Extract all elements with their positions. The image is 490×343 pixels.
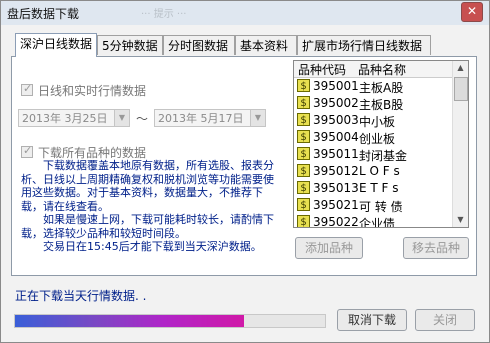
progress-fill (15, 315, 245, 327)
list-item[interactable]: $395022 企业债 (294, 214, 454, 228)
instrument-name: 中小板 (359, 115, 396, 129)
title-bar[interactable]: 盘后数据下载 ··· 提示 ··· ✕ (1, 1, 489, 25)
dollar-icon: $ (297, 147, 310, 160)
scroll-down-arrow-icon[interactable]: ▼ (454, 213, 467, 227)
instrument-name: 可 转 债 (359, 200, 403, 214)
list-item[interactable]: $395001 主板A股 (294, 78, 454, 95)
window-title: 盘后数据下载 (7, 7, 80, 21)
scroll-up-arrow-icon[interactable]: ▲ (454, 61, 467, 75)
dollar-icon: $ (297, 113, 310, 126)
download-dialog: 盘后数据下载 ··· 提示 ··· ✕ 深沪日线数据 5分钟数据 分时图数据 基… (0, 0, 490, 343)
start-date-picker[interactable]: 2013年 3月25日 ▼ (18, 109, 130, 127)
dollar-icon: $ (297, 79, 310, 92)
list-item[interactable]: $395011 封闭基金 (294, 146, 454, 163)
daily-realtime-label: 日线和实时行情数据 (38, 84, 147, 98)
list-header: 品种代码 品种名称 (294, 61, 454, 78)
instrument-code: 395002 (313, 96, 359, 110)
instrument-name: L O F s (359, 164, 400, 178)
list-scrollbar[interactable]: ▲ ▼ (452, 61, 468, 227)
instrument-code: 395013 (313, 181, 359, 195)
instrument-name: 主板B股 (359, 98, 404, 112)
description-paragraph: 如果是慢速上网，下载可能耗时较长，请酌情下载，选择较少品种和较短时间段。 (21, 213, 274, 240)
column-header-code[interactable]: 品种代码 (298, 61, 346, 78)
download-all-checkbox[interactable] (21, 144, 33, 158)
end-date-value: 2013年 5月17日 (158, 112, 244, 125)
description-paragraph: 下载数据覆盖本地原有数据，所有选股、报表分析、日线以上周期精确复权和脱机浏览等功… (21, 159, 274, 213)
tab-5min-data[interactable]: 5分钟数据 (97, 35, 163, 55)
list-item[interactable]: $395012 L O F s (294, 163, 454, 180)
scroll-thumb[interactable] (454, 77, 468, 101)
chevron-down-icon[interactable]: ▼ (114, 110, 129, 126)
remove-instrument-button[interactable]: 移去品种 (403, 237, 469, 259)
dollar-icon: $ (297, 198, 310, 211)
description-paragraph: 交易日在15:45后才能下载到当天深沪数据。 (43, 240, 262, 253)
tab-basic-info[interactable]: 基本资料 (235, 35, 297, 55)
status-text: 正在下载当天行情数据. . (15, 289, 147, 303)
daily-realtime-checkbox[interactable] (21, 82, 33, 96)
instrument-code: 395011 (313, 147, 359, 161)
close-window-button[interactable]: ✕ (461, 2, 483, 22)
instrument-name: 企业债 (359, 217, 396, 228)
instrument-code: 395012 (313, 164, 359, 178)
tab-daily-data[interactable]: 深沪日线数据 (15, 33, 97, 57)
date-range-separator: ～ (136, 112, 149, 126)
instrument-code: 395003 (313, 113, 359, 127)
list-item[interactable]: $395003 中小板 (294, 112, 454, 129)
instrument-name: E T F s (359, 181, 399, 195)
dollar-icon: $ (297, 181, 310, 194)
instrument-name: 封闭基金 (359, 149, 408, 163)
instrument-code: 395004 (313, 130, 359, 144)
instrument-name: 主板A股 (359, 81, 404, 95)
title-ghost-text: ··· 提示 ··· (141, 9, 187, 20)
close-button[interactable]: 关闭 (415, 309, 475, 331)
dollar-icon: $ (297, 164, 310, 177)
list-item[interactable]: $395021 可 转 债 (294, 197, 454, 214)
tab-extended-market[interactable]: 扩展市场行情日线数据 (297, 35, 431, 55)
dollar-icon: $ (297, 96, 310, 109)
add-instrument-button[interactable]: 添加品种 (295, 237, 363, 259)
start-date-value: 2013年 3月25日 (22, 112, 108, 125)
end-date-picker[interactable]: 2013年 5月17日 ▼ (154, 109, 266, 127)
dollar-icon: $ (297, 215, 310, 227)
list-item[interactable]: $395013 E T F s (294, 180, 454, 197)
description-text: 下载数据覆盖本地原有数据，所有选股、报表分析、日线以上周期精确复权和脱机浏览等功… (21, 159, 283, 254)
download-progress-bar (14, 314, 326, 328)
list-item[interactable]: $395002 主板B股 (294, 95, 454, 112)
instrument-code: 395022 (313, 215, 359, 228)
column-header-name[interactable]: 品种名称 (358, 61, 406, 78)
list-item[interactable]: $395004 创业板 (294, 129, 454, 146)
cancel-download-button[interactable]: 取消下载 (337, 309, 407, 331)
tab-intraday-data[interactable]: 分时图数据 (163, 35, 235, 55)
instrument-code: 395021 (313, 198, 359, 212)
instrument-code: 395001 (313, 79, 359, 93)
chevron-down-icon[interactable]: ▼ (250, 110, 265, 126)
instrument-name: 创业板 (359, 132, 396, 146)
instrument-list[interactable]: 品种代码 品种名称 $395001 主板A股 $395002 主板B股 $395003 中… (293, 60, 469, 228)
dollar-icon: $ (297, 130, 310, 143)
